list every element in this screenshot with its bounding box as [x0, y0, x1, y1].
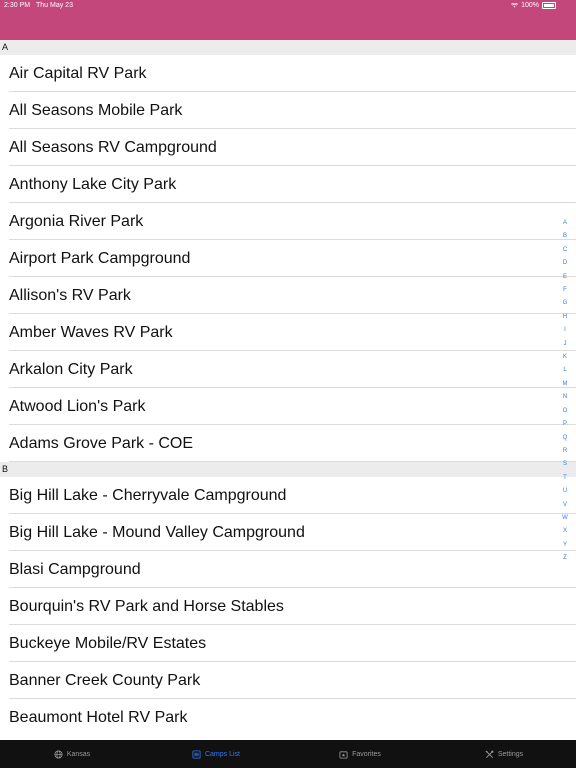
camp-list-item[interactable]: Bourquin's RV Park and Horse Stables: [0, 588, 576, 625]
camp-list-item[interactable]: Amber Waves RV Park: [0, 314, 576, 351]
index-letter[interactable]: J: [564, 338, 567, 351]
camp-list-item[interactable]: Big Hill Lake - Cherryvale Campground: [0, 477, 576, 514]
index-letter[interactable]: Z: [563, 552, 567, 565]
tab-camps-list[interactable]: Camps List: [144, 740, 288, 768]
tab-kansas[interactable]: Kansas: [0, 740, 144, 768]
tab-favorites[interactable]: Favorites: [288, 740, 432, 768]
globe-icon: [54, 749, 63, 759]
tab-label: Kansas: [66, 750, 91, 758]
camp-list-item[interactable]: Air Capital RV Park: [0, 55, 576, 92]
index-letter[interactable]: R: [563, 445, 567, 458]
camp-list-item[interactable]: Allison's RV Park: [0, 277, 576, 314]
index-letter[interactable]: L: [563, 364, 566, 377]
index-letter[interactable]: U: [563, 485, 567, 498]
index-letter[interactable]: I: [564, 324, 566, 337]
top-bar: 2:30 PM Thu May 23 100%: [0, 0, 576, 40]
camp-list-item[interactable]: Argonia River Park: [0, 203, 576, 240]
camp-list-item[interactable]: Anthony Lake City Park: [0, 166, 576, 203]
camp-list-item[interactable]: Big Hill Lake - Mound Valley Campground: [0, 514, 576, 551]
index-letter[interactable]: H: [563, 311, 567, 324]
tab-settings[interactable]: Settings: [432, 740, 576, 768]
list-icon: [192, 749, 201, 759]
status-indicators: 100%: [511, 2, 556, 9]
index-letter[interactable]: X: [563, 525, 567, 538]
index-letter[interactable]: E: [563, 271, 567, 284]
index-letter[interactable]: T: [563, 472, 567, 485]
status-time: 2:30 PM: [4, 2, 31, 9]
tab-label: Favorites: [352, 750, 381, 758]
index-letter[interactable]: A: [563, 217, 567, 230]
index-letter[interactable]: B: [563, 230, 567, 243]
tab-bar: Kansas Camps List Favorites Settings: [0, 740, 576, 768]
camp-list-item[interactable]: Atwood Lion's Park: [0, 388, 576, 425]
index-letter[interactable]: K: [563, 351, 567, 364]
index-letter[interactable]: O: [563, 405, 568, 418]
camp-list-item[interactable]: Banner Creek County Park: [0, 662, 576, 699]
camp-list-item[interactable]: All Seasons Mobile Park: [0, 92, 576, 129]
status-date: Thu May 23: [36, 2, 73, 9]
camps-list[interactable]: A Air Capital RV Park All Seasons Mobile P…: [0, 40, 576, 740]
camp-list-item[interactable]: Buckeye Mobile/RV Estates: [0, 625, 576, 662]
camp-list-item[interactable]: Airport Park Campground: [0, 240, 576, 277]
camp-list-item[interactable]: Adams Grove Park - COE: [0, 425, 576, 462]
tab-label: Settings: [497, 750, 524, 758]
index-letter[interactable]: Y: [563, 539, 567, 552]
camp-list-item[interactable]: Beaumont Hotel RV Park: [0, 699, 576, 736]
camp-list-item[interactable]: Blasi Campground: [0, 551, 576, 588]
wifi-icon: [511, 3, 519, 8]
index-letter[interactable]: S: [563, 458, 567, 471]
index-letter[interactable]: W: [562, 512, 568, 525]
battery-icon: [542, 2, 556, 9]
index-letter[interactable]: M: [563, 378, 568, 391]
section-header: B: [0, 462, 576, 477]
camp-list-item[interactable]: All Seasons RV Campground: [0, 129, 576, 166]
camp-list-item[interactable]: Arkalon City Park: [0, 351, 576, 388]
tools-icon: [485, 750, 494, 759]
favorites-icon: [339, 750, 348, 759]
index-letter[interactable]: F: [563, 284, 567, 297]
index-letter[interactable]: D: [563, 257, 567, 270]
section-index[interactable]: ABCDEFGHIJKLMNOPQRSTUVWXYZ: [560, 217, 570, 566]
section-header: A: [0, 40, 576, 55]
index-letter[interactable]: Q: [563, 432, 568, 445]
index-letter[interactable]: N: [563, 391, 567, 404]
index-letter[interactable]: G: [563, 297, 568, 310]
index-letter[interactable]: C: [563, 244, 567, 257]
tab-label: Camps List: [204, 750, 240, 758]
battery-percent: 100%: [521, 2, 539, 9]
index-letter[interactable]: V: [563, 499, 567, 512]
index-letter[interactable]: P: [563, 418, 567, 431]
